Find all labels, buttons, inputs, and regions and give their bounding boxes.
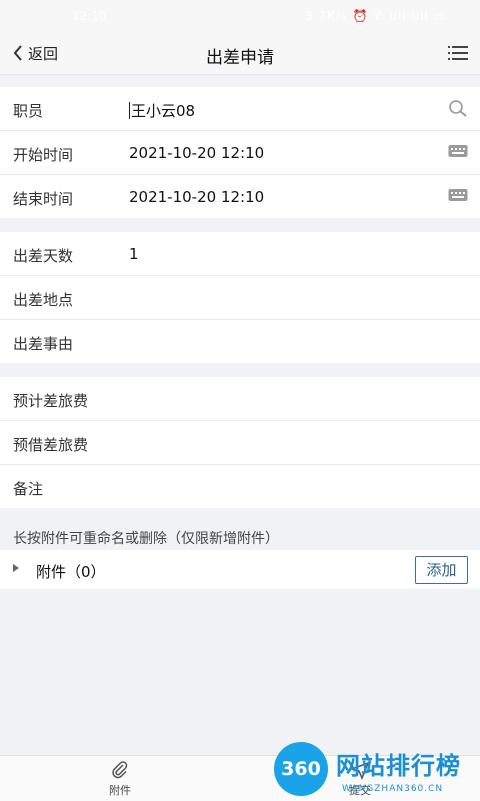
field-label: 结束时间 — [13, 190, 74, 208]
trip-location-field[interactable]: 出差地点 — [0, 276, 480, 320]
nav-bar: 返回 出差申请 — [0, 32, 480, 75]
search-icon[interactable] — [448, 100, 468, 118]
tab-label: 附件 — [109, 784, 131, 797]
employee-field[interactable]: 职员 王小云08 — [0, 87, 480, 131]
start-time-field[interactable]: 开始时间 2021-10-20 12:10 — [0, 131, 480, 175]
watermark-logo: 360 网站排行榜 WANGZHAN360.CN — [270, 738, 480, 800]
field-label: 预借差旅费 — [13, 436, 89, 454]
employee-value: 王小云08 — [131, 102, 196, 120]
employee-time-group: 职员 王小云08 开始时间 2021-10-20 12:10 结束时间 2021… — [0, 87, 480, 218]
attachment-hint: 长按附件可重命名或删除（仅限新增附件） — [13, 531, 279, 547]
estimated-expense-field[interactable]: 预计差旅费 — [0, 377, 480, 421]
field-label: 预计差旅费 — [13, 392, 89, 410]
field-label: 开始时间 — [13, 146, 74, 164]
field-label: 出差地点 — [13, 291, 74, 309]
list-menu-icon[interactable] — [448, 45, 468, 61]
field-label: 出差天数 — [13, 247, 74, 265]
paperclip-icon — [112, 761, 128, 779]
field-value[interactable]: 2021-10-20 12:10 — [129, 144, 264, 162]
add-attachment-button[interactable]: 添加 — [415, 556, 468, 584]
keyboard-icon[interactable] — [448, 188, 468, 202]
field-value[interactable]: 王小云08 — [129, 100, 195, 121]
expense-group: 预计差旅费 预借差旅费 备注 — [0, 377, 480, 508]
watermark-badge: 360 — [274, 742, 328, 796]
trip-days-field[interactable]: 出差天数 1 — [0, 232, 480, 276]
remarks-field[interactable]: 备注 — [0, 465, 480, 508]
status-time: 12:10 — [72, 9, 107, 23]
field-label: 出差事由 — [13, 335, 74, 353]
advance-expense-field[interactable]: 预借差旅费 — [0, 421, 480, 465]
field-label: 职员 — [13, 102, 44, 120]
field-label: 备注 — [13, 480, 44, 498]
trip-detail-group: 出差天数 1 出差地点 出差事由 — [0, 232, 480, 363]
watermark-url: WANGZHAN360.CN — [342, 784, 444, 794]
field-value[interactable]: 2021-10-20 12:10 — [129, 188, 264, 206]
keyboard-icon[interactable] — [448, 144, 468, 158]
page-title: 出差申请 — [206, 48, 274, 68]
field-value[interactable]: 1 — [129, 245, 139, 263]
tab-attachment[interactable]: 附件 — [80, 760, 160, 798]
text-cursor — [129, 102, 130, 119]
trip-reason-field[interactable]: 出差事由 — [0, 320, 480, 363]
watermark-text: 网站排行榜 — [336, 752, 461, 780]
attachment-label: 附件（0） — [36, 563, 106, 581]
expand-triangle-icon[interactable] — [13, 564, 19, 572]
end-time-field[interactable]: 结束时间 2021-10-20 12:10 — [0, 175, 480, 218]
status-icons: 3.7K/s ⏰ ✆ ull ull ▭ — [304, 9, 446, 23]
status-bar: 12:10 3.7K/s ⏰ ✆ ull ull ▭ — [0, 0, 480, 32]
attachment-row[interactable]: 附件（0） 添加 — [0, 550, 480, 589]
